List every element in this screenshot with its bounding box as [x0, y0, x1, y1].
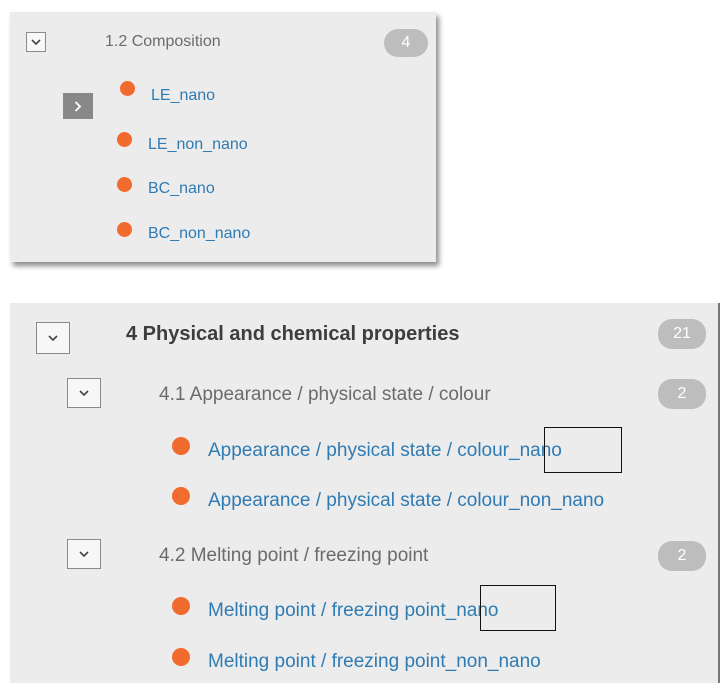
expand-button[interactable] — [63, 93, 93, 119]
dataset-link-melting-nano[interactable]: Melting point / freezing point_nano — [208, 600, 498, 622]
subsection-title: 4.2 Melting point / freezing point — [159, 545, 429, 566]
status-dot-icon — [172, 487, 190, 505]
chevron-down-icon — [79, 550, 89, 557]
subsection-title: 4.1 Appearance / physical state / colour — [159, 384, 491, 405]
collapse-toggle-button[interactable] — [67, 539, 101, 569]
collapse-toggle-button[interactable] — [36, 322, 70, 354]
collapse-toggle-button[interactable] — [26, 32, 46, 52]
dataset-link-bc-non-nano[interactable]: BC_non_nano — [148, 225, 250, 243]
dataset-link-le-non-nano[interactable]: LE_non_nano — [148, 136, 248, 154]
count-badge: 2 — [658, 541, 706, 571]
chevron-down-icon — [31, 38, 41, 45]
highlight-box — [544, 427, 622, 473]
dataset-link-appearance-non-nano[interactable]: Appearance / physical state / colour_non… — [208, 490, 604, 512]
dataset-link-appearance-nano[interactable]: Appearance / physical state / colour_nan… — [208, 440, 562, 462]
status-dot-icon — [117, 177, 132, 192]
dataset-link-melting-non-nano[interactable]: Melting point / freezing point_non_nano — [208, 651, 541, 673]
count-badge: 2 — [658, 379, 706, 409]
chevron-right-icon — [74, 100, 82, 112]
dataset-link-bc-nano[interactable]: BC_nano — [148, 180, 215, 198]
chevron-down-icon — [79, 389, 89, 396]
physical-chemical-properties-panel: 4 Physical and chemical properties 21 4.… — [10, 303, 720, 683]
highlight-box — [480, 585, 556, 631]
collapse-toggle-button[interactable] — [67, 378, 101, 408]
chevron-down-icon — [48, 334, 58, 341]
status-dot-icon — [120, 81, 135, 96]
status-dot-icon — [172, 437, 190, 455]
count-badge: 4 — [384, 29, 428, 57]
section-title: 1.2 Composition — [105, 33, 221, 50]
status-dot-icon — [117, 222, 132, 237]
count-badge: 21 — [658, 319, 706, 349]
section-title: 4 Physical and chemical properties — [126, 323, 460, 345]
dataset-link-le-nano[interactable]: LE_nano — [151, 87, 215, 105]
status-dot-icon — [172, 648, 190, 666]
status-dot-icon — [172, 597, 190, 615]
composition-panel: 1.2 Composition 4 LE_nano LE_non_nano BC… — [10, 12, 436, 262]
status-dot-icon — [117, 132, 132, 147]
